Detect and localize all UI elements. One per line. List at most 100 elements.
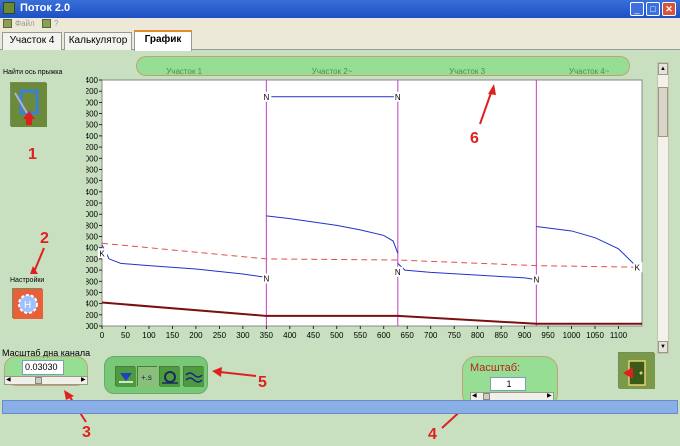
y-tick-label: 2.000 — [86, 210, 99, 219]
exit-door-icon — [619, 353, 655, 389]
annotation-5: 5 — [258, 374, 267, 391]
x-tick-label: 800 — [471, 331, 485, 340]
y-tick-label: 3.800 — [86, 110, 99, 119]
x-tick-label: 900 — [518, 331, 532, 340]
client-area: Участок 4 Калькулятор График Найти ось п… — [0, 30, 680, 446]
x-tick-label: 1000 — [563, 331, 581, 340]
x-tick-label: 750 — [447, 331, 461, 340]
x-tick-label: 300 — [236, 331, 250, 340]
x-tick-label: 50 — [121, 331, 130, 340]
plot-area — [101, 79, 643, 327]
menu-file[interactable]: Файл — [15, 19, 35, 28]
x-tick-label: 1050 — [586, 331, 604, 340]
status-bar — [2, 400, 678, 414]
scale-slider-thumb[interactable] — [483, 393, 490, 400]
svg-text:H: H — [24, 300, 31, 311]
help-menu-icon — [42, 19, 51, 28]
y-tick-label: 1.400 — [86, 244, 99, 253]
close-button[interactable]: ✕ — [662, 2, 676, 16]
tab-section-4[interactable]: Участок 4 — [2, 32, 62, 50]
jump-axis-icon — [11, 83, 47, 127]
exit-button[interactable] — [618, 352, 655, 389]
y-tick-label: 4.400 — [86, 76, 99, 85]
y-tick-label: 3.200 — [86, 143, 99, 152]
tab-calculator[interactable]: Калькулятор — [64, 32, 132, 50]
channel-bottom-input[interactable]: 0.03030 — [22, 360, 64, 375]
x-tick-label: 550 — [354, 331, 368, 340]
y-tick-label: 2.600 — [86, 177, 99, 186]
annotation-5-arrow — [212, 367, 257, 377]
tool-wave-button[interactable] — [183, 366, 204, 387]
y-tick-label: 3.000 — [86, 154, 99, 163]
svg-text:+.s: +.s — [141, 373, 152, 382]
y-tick-label: 3.400 — [86, 132, 99, 141]
file-menu-icon — [3, 19, 12, 28]
x-tick-label: 400 — [283, 331, 297, 340]
x-tick-label: 1100 — [610, 331, 628, 340]
y-tick-label: 4.200 — [86, 87, 99, 96]
x-tick-label: 500 — [330, 331, 344, 340]
water-level-icon — [116, 367, 136, 387]
y-tick-label: 0.400 — [86, 300, 99, 309]
settings-button[interactable]: H — [12, 288, 43, 319]
chart-tool-group: +.s — [104, 356, 208, 394]
menu-bar: Файл ? — [0, 18, 680, 30]
y-tick-label: 4.000 — [86, 98, 99, 107]
scroll-up-button[interactable]: ▲ — [658, 63, 668, 75]
x-tick-label: 350 — [260, 331, 274, 340]
tab-strip: Участок 4 Калькулятор График — [0, 30, 680, 51]
channel-slider-thumb[interactable] — [35, 377, 42, 384]
y-tick-label: 0.200 — [86, 311, 99, 320]
annotation-3: 3 — [82, 424, 91, 441]
settings-label: Настройки — [10, 277, 45, 284]
y-tick-label: 2.400 — [86, 188, 99, 197]
x-tick-label: 100 — [142, 331, 156, 340]
x-tick-label: 700 — [424, 331, 438, 340]
tool-hydraulic-button[interactable]: +.s — [137, 366, 158, 387]
title-bar: Поток 2.0 _ □ ✕ — [0, 0, 680, 18]
y-tick-label: 0.600 — [86, 288, 99, 297]
menu-help[interactable]: ? — [54, 19, 58, 28]
y-tick-label: 1.800 — [86, 221, 99, 230]
slider-left-arrow[interactable]: ◀ — [6, 376, 11, 385]
y-tick-label: 2.200 — [86, 199, 99, 208]
maximize-button[interactable]: □ — [646, 2, 660, 16]
window-title: Поток 2.0 — [20, 2, 71, 14]
profile-icon — [160, 367, 180, 387]
vertical-scrollbar[interactable]: ▲ ▼ — [657, 62, 669, 354]
app-icon — [3, 2, 15, 14]
scroll-down-button[interactable]: ▼ — [658, 341, 668, 353]
annotation-6: 6 — [470, 130, 479, 147]
point-label: N — [395, 93, 401, 102]
annotation-4: 4 — [428, 426, 437, 443]
y-tick-label: 3.600 — [86, 121, 99, 130]
point-label: N — [263, 93, 269, 102]
tool-profile-button[interactable] — [159, 366, 180, 387]
point-label: K — [99, 249, 105, 258]
annotation-2-arrow — [30, 247, 45, 274]
scale-input[interactable]: 1 — [490, 377, 526, 391]
x-tick-label: 650 — [401, 331, 415, 340]
settings-gear-icon: H — [13, 289, 43, 319]
x-tick-label: 950 — [541, 331, 555, 340]
scroll-thumb[interactable] — [658, 87, 668, 137]
y-tick-label: 1.600 — [86, 233, 99, 242]
y-tick-label: 1.000 — [86, 266, 99, 275]
jump-axis-label: Найти ось прыжка — [3, 69, 63, 76]
hydraulic-calc-icon: +.s — [138, 367, 158, 387]
scale-label: Масштаб: — [470, 362, 521, 374]
point-label: N — [395, 268, 401, 277]
point-label: N — [263, 274, 269, 283]
annotation-1: 1 — [28, 146, 37, 163]
x-tick-label: 850 — [494, 331, 508, 340]
x-tick-label: 450 — [307, 331, 321, 340]
jump-axis-button[interactable] — [10, 82, 47, 127]
channel-bottom-slider[interactable]: ◀ ▶ — [4, 376, 88, 385]
tool-water-level-button[interactable] — [115, 366, 136, 387]
y-tick-label: 0.000 — [86, 322, 99, 331]
minimize-button[interactable]: _ — [630, 2, 644, 16]
tab-graph[interactable]: График — [134, 30, 192, 51]
y-tick-label: 0.800 — [86, 277, 99, 286]
slider-right-arrow[interactable]: ▶ — [81, 376, 86, 385]
y-tick-label: 1.200 — [86, 255, 99, 264]
